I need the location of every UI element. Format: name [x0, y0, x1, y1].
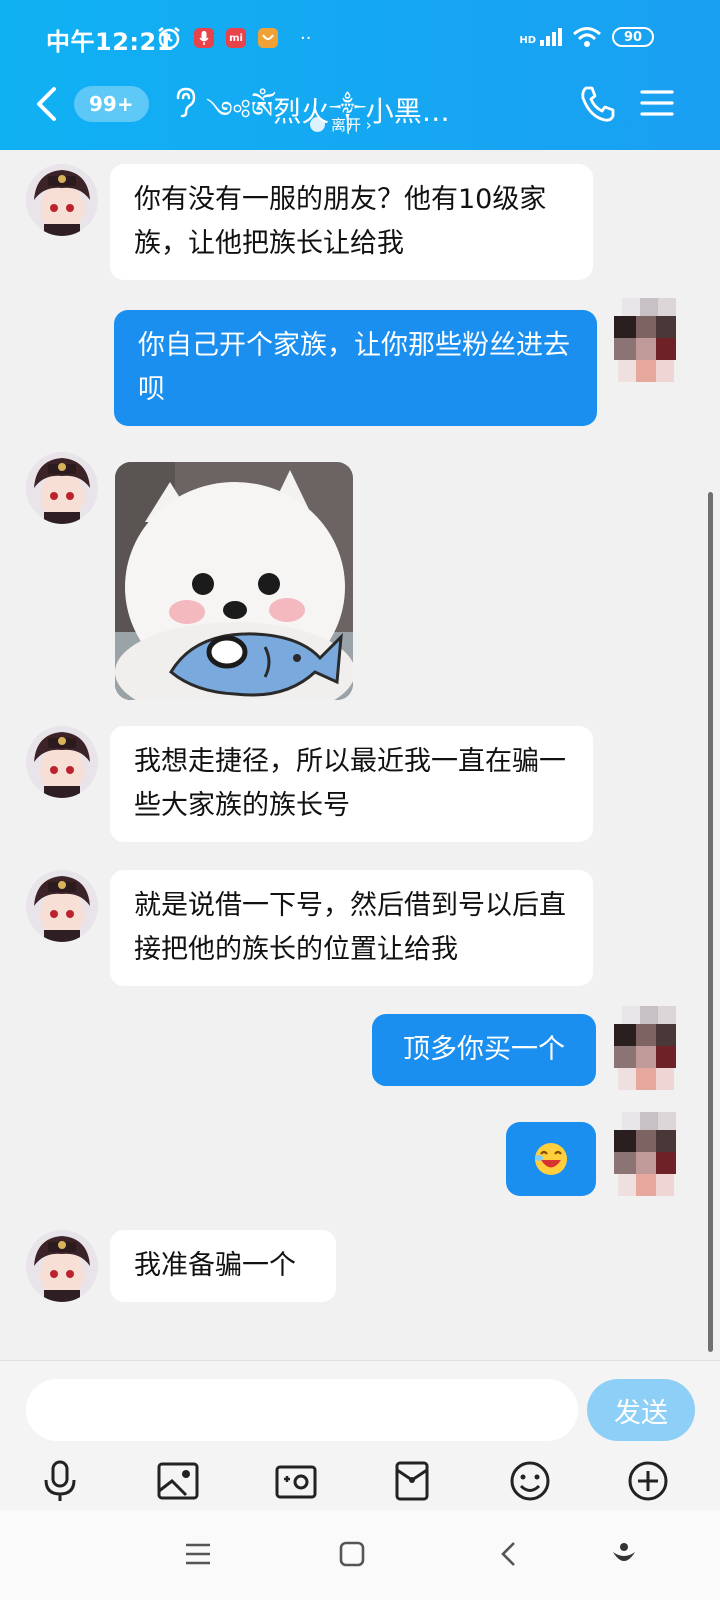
contact-avatar[interactable]: [26, 1230, 98, 1302]
image-icon[interactable]: [154, 1457, 202, 1505]
unread-count-badge[interactable]: 99+: [74, 86, 149, 122]
message-input[interactable]: [26, 1379, 578, 1441]
message-bubble-incoming[interactable]: 我想走捷径，所以最近我一直在骗一些大家族的族长号: [110, 726, 593, 842]
message-bubble-outgoing[interactable]: 你自己开个家族，让你那些粉丝进去呗: [114, 310, 597, 426]
message-bubble-incoming[interactable]: 就是说借一下号，然后借到号以后直接把他的族长的位置让给我: [110, 870, 593, 986]
message-bubble-outgoing-emoji[interactable]: [506, 1122, 596, 1196]
chat-header: 中午12:21 mi ·· HD 90 99+ ༺ༀ烈火༒小黑… 离开 ›: [0, 0, 720, 150]
ear-mode-icon[interactable]: [172, 86, 198, 118]
assistant-icon[interactable]: [604, 1534, 644, 1574]
self-avatar[interactable]: [614, 298, 678, 384]
message-bubble-outgoing[interactable]: 顶多你买一个: [372, 1014, 596, 1086]
alarm-icon: [158, 27, 180, 50]
back-nav-icon[interactable]: [488, 1534, 528, 1574]
recent-apps-icon[interactable]: [178, 1534, 218, 1574]
microphone-icon[interactable]: [36, 1457, 84, 1505]
wifi-icon: [573, 27, 601, 47]
contact-avatar[interactable]: [26, 726, 98, 798]
self-avatar[interactable]: [614, 1112, 678, 1198]
home-icon[interactable]: [332, 1534, 372, 1574]
emoji-icon[interactable]: [506, 1457, 554, 1505]
contact-avatar[interactable]: [26, 164, 98, 236]
status-time: 中午12:21: [46, 28, 174, 56]
more-notifications-indicator: ··: [300, 27, 312, 49]
presence-status[interactable]: 离开 ›: [310, 114, 372, 135]
message-scrollbar[interactable]: [708, 492, 713, 1352]
away-clock-icon: [310, 117, 325, 132]
taobao-notification-icon: [258, 28, 278, 48]
composer-toolbar: [0, 1457, 720, 1511]
contact-avatar[interactable]: [26, 870, 98, 942]
presence-label: 离开 ›: [331, 116, 372, 134]
composer: 发送: [0, 1360, 720, 1510]
status-notification-icons: mi ··: [156, 26, 311, 50]
self-avatar[interactable]: [614, 1006, 678, 1092]
plus-icon[interactable]: [624, 1457, 672, 1505]
status-system-icons: HD 90: [519, 26, 654, 48]
hd-signal-icon: HD: [519, 28, 562, 46]
recorder-notification-icon: [194, 28, 214, 48]
status-bar: 中午12:21 mi ·· HD 90: [0, 0, 720, 70]
send-button[interactable]: 发送: [587, 1379, 695, 1441]
back-button[interactable]: [34, 84, 70, 124]
laughing-face-icon: [535, 1143, 567, 1175]
phone-call-button[interactable]: [578, 84, 616, 124]
mi-notification-icon: mi: [226, 28, 246, 48]
menu-icon[interactable]: [640, 88, 674, 118]
message-bubble-incoming[interactable]: 你有没有一服的朋友？他有10级家族，让他把族长让给我: [110, 164, 593, 280]
chevron-left-icon: [37, 87, 56, 121]
battery-indicator: 90: [612, 27, 654, 47]
camera-icon[interactable]: [272, 1457, 320, 1505]
contact-avatar[interactable]: [26, 452, 98, 524]
sticker-image-dog-with-fish[interactable]: [115, 462, 353, 700]
message-bubble-incoming[interactable]: 我准备骗一个: [110, 1230, 336, 1302]
message-list[interactable]: 你有没有一服的朋友？他有10级家族，让他把族长让给我 你自己开个家族，让你那些粉…: [0, 150, 720, 1360]
system-navigation-bar: [0, 1510, 720, 1600]
red-packet-icon[interactable]: [388, 1457, 436, 1505]
